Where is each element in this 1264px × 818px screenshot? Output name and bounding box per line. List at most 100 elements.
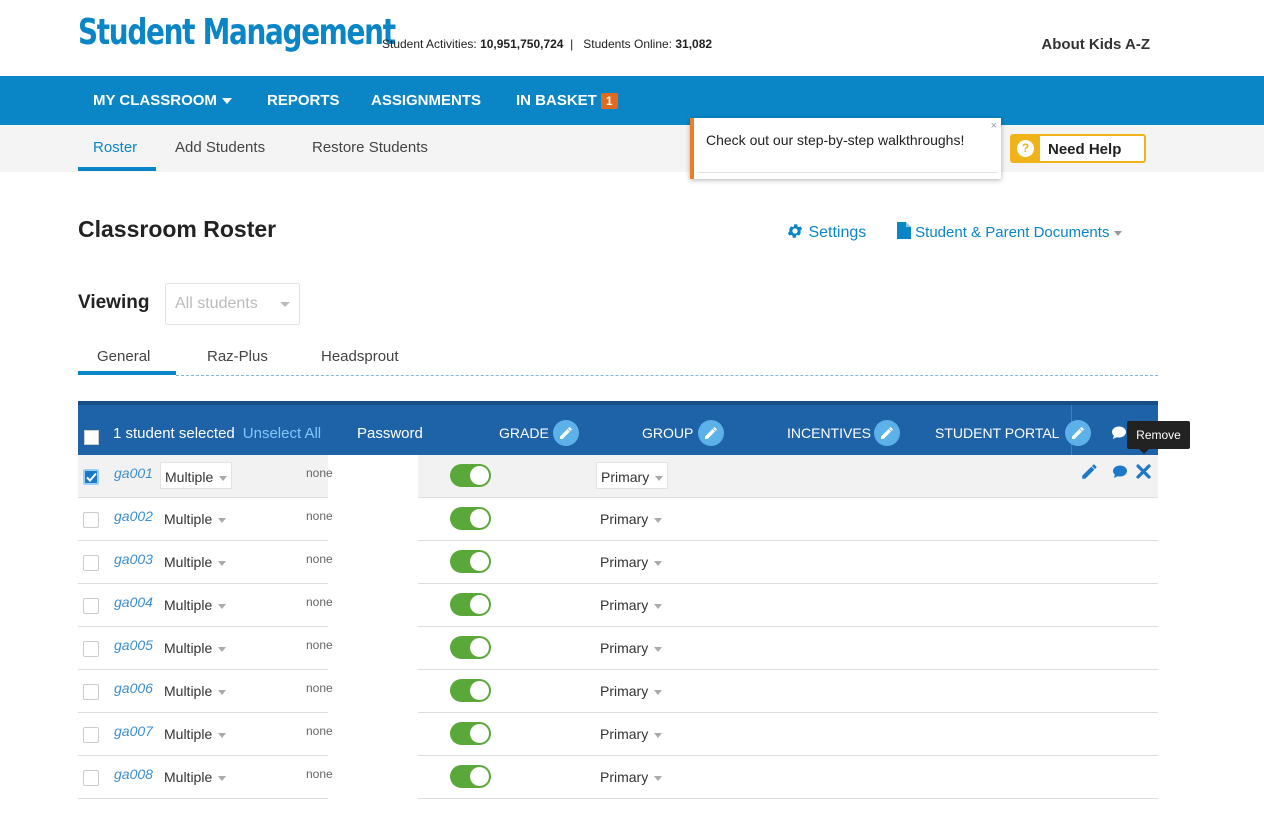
student-name-link[interactable]: ga005 <box>114 637 153 653</box>
portal-select[interactable]: Primary <box>596 548 666 575</box>
subtab-roster[interactable]: Roster <box>93 139 137 156</box>
message-student-button[interactable] <box>1112 465 1128 484</box>
edit-grade-button[interactable] <box>553 420 579 446</box>
about-link[interactable]: About Kids A-Z <box>1041 36 1150 53</box>
portal-select[interactable]: Primary <box>596 720 666 747</box>
chevron-down-icon <box>1114 230 1123 236</box>
portal-select[interactable]: Primary <box>596 462 669 489</box>
nav-my-classroom[interactable]: MY CLASSROOM <box>93 92 232 109</box>
table-row: ga005 Multiple none Primary <box>78 627 1158 670</box>
row-checkbox[interactable] <box>83 684 99 700</box>
chevron-down-icon <box>280 302 290 307</box>
incentives-toggle[interactable] <box>450 550 491 573</box>
row-checkbox[interactable] <box>83 555 99 571</box>
grade-select[interactable]: Multiple <box>160 505 230 532</box>
group-value: none <box>306 466 333 480</box>
grade-select[interactable]: Multiple <box>160 548 230 575</box>
grade-select[interactable]: Multiple <box>160 677 230 704</box>
checkmark-icon <box>86 472 97 482</box>
student-parent-documents-link[interactable]: Student & Parent Documents <box>897 222 1123 241</box>
grade-select[interactable]: Multiple <box>160 634 230 661</box>
row-checkbox[interactable] <box>83 727 99 743</box>
basket-count-badge: 1 <box>600 93 618 109</box>
tab-general[interactable]: General <box>97 348 150 365</box>
edit-student-button[interactable] <box>1081 463 1098 485</box>
tab-headsprout[interactable]: Headsprout <box>321 348 399 365</box>
grade-select[interactable]: Multiple <box>160 720 230 747</box>
portal-select[interactable]: Primary <box>596 591 666 618</box>
subtab-restore-students[interactable]: Restore Students <box>312 139 428 156</box>
chevron-down-icon <box>654 560 663 566</box>
incentives-toggle[interactable] <box>450 722 491 745</box>
grade-select[interactable]: Multiple <box>160 462 233 489</box>
chevron-down-icon <box>218 775 227 781</box>
online-label: Students Online: <box>583 37 673 51</box>
stats-bar: Student Activities: 10,951,750,724 | Stu… <box>382 37 713 51</box>
tab-raz-plus[interactable]: Raz-Plus <box>207 348 268 365</box>
table-row: ga008 Multiple none Primary <box>78 756 1158 799</box>
need-help-button[interactable]: ? Need Help <box>1010 134 1146 163</box>
row-details-cell <box>418 713 1158 756</box>
close-icon[interactable]: × <box>991 120 997 132</box>
edit-portal-button[interactable] <box>1065 420 1091 446</box>
row-details-cell <box>418 627 1158 670</box>
row-details-cell <box>418 670 1158 713</box>
page-title: Classroom Roster <box>78 216 277 242</box>
comment-icon[interactable] <box>1111 426 1127 440</box>
row-checkbox[interactable] <box>83 512 99 528</box>
table-row: ga003 Multiple none Primary <box>78 541 1158 584</box>
settings-link[interactable]: Settings <box>786 222 866 242</box>
incentives-toggle[interactable] <box>450 507 491 530</box>
app-logo[interactable]: Student Management <box>78 12 396 53</box>
column-grade: GRADE <box>499 425 549 441</box>
roster-table-header: 1 student selected Unselect All Password … <box>78 401 1158 455</box>
row-checkbox[interactable] <box>83 641 99 657</box>
pencil-icon <box>1082 464 1097 479</box>
row-details-cell <box>418 584 1158 627</box>
group-value: none <box>306 595 333 609</box>
select-all-checkbox[interactable] <box>84 430 99 445</box>
pencil-icon <box>881 427 893 439</box>
incentives-toggle[interactable] <box>450 636 491 659</box>
portal-select[interactable]: Primary <box>596 634 666 661</box>
incentives-toggle[interactable] <box>450 593 491 616</box>
nav-reports[interactable]: REPORTS <box>267 92 340 109</box>
portal-select[interactable]: Primary <box>596 505 666 532</box>
grade-select[interactable]: Multiple <box>160 763 230 790</box>
portal-select[interactable]: Primary <box>596 677 666 704</box>
column-student-portal: STUDENT PORTAL <box>935 425 1060 441</box>
student-name-link[interactable]: ga001 <box>114 465 153 481</box>
row-checkbox[interactable] <box>83 469 99 485</box>
student-name-link[interactable]: ga008 <box>114 766 153 782</box>
portal-select[interactable]: Primary <box>596 763 666 790</box>
edit-group-button[interactable] <box>698 420 724 446</box>
student-name-link[interactable]: ga007 <box>114 723 153 739</box>
comment-icon <box>1113 465 1127 478</box>
student-name-link[interactable]: ga002 <box>114 508 153 524</box>
chevron-down-icon <box>655 475 664 481</box>
student-name-link[interactable]: ga006 <box>114 680 153 696</box>
row-checkbox[interactable] <box>83 770 99 786</box>
viewing-select[interactable]: All students <box>165 283 300 325</box>
close-icon <box>1136 464 1151 479</box>
remove-student-button[interactable] <box>1135 463 1152 485</box>
need-help-label: Need Help <box>1048 141 1122 158</box>
subtab-add-students[interactable]: Add Students <box>175 139 265 156</box>
incentives-toggle[interactable] <box>450 765 491 788</box>
column-group: GROUP <box>642 425 694 441</box>
pencil-icon <box>705 427 717 439</box>
row-checkbox[interactable] <box>83 598 99 614</box>
unselect-all-link[interactable]: Unselect All <box>243 425 321 442</box>
incentives-toggle[interactable] <box>450 464 491 487</box>
student-name-link[interactable]: ga003 <box>114 551 153 567</box>
table-row: ga002 Multiple none Primary <box>78 498 1158 541</box>
nav-in-basket[interactable]: IN BASKET 1 <box>516 92 618 109</box>
nav-assignments[interactable]: ASSIGNMENTS <box>371 92 481 109</box>
grade-select[interactable]: Multiple <box>160 591 230 618</box>
group-value: none <box>306 767 333 781</box>
row-details-cell <box>418 455 1158 498</box>
incentives-toggle[interactable] <box>450 679 491 702</box>
chevron-down-icon <box>654 603 663 609</box>
edit-incentives-button[interactable] <box>874 420 900 446</box>
student-name-link[interactable]: ga004 <box>114 594 153 610</box>
